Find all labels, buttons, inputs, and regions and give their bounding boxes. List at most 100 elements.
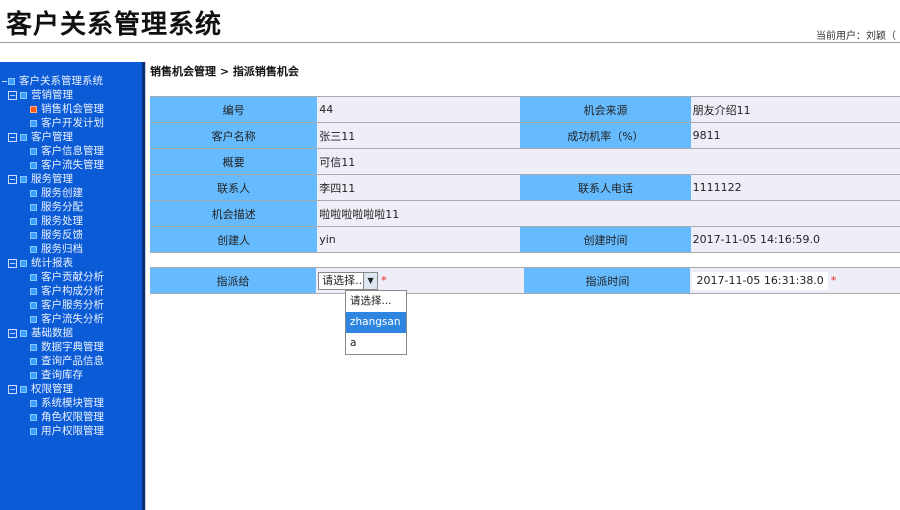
sidebar-item[interactable]: − 服务管理	[8, 172, 73, 186]
created-label: 创建时间	[520, 226, 691, 253]
node-icon	[30, 161, 37, 169]
assign-time-label: 指派时间	[524, 267, 691, 294]
dropdown-option[interactable]: a	[346, 333, 406, 354]
sidebar-item-label: 服务分配	[41, 201, 83, 213]
node-icon	[30, 231, 37, 239]
customer-label: 客户名称	[150, 122, 318, 149]
node-icon	[30, 413, 37, 421]
sidebar-item[interactable]: 客户贡献分析	[30, 270, 104, 284]
sidebar-item[interactable]: 客户开发计划	[30, 116, 104, 130]
node-icon	[20, 91, 27, 99]
sidebar-item-label: 统计报表	[31, 257, 73, 269]
sidebar-item-label: 客户信息管理	[41, 145, 104, 157]
node-icon	[30, 301, 37, 309]
node-icon	[30, 105, 37, 113]
node-icon	[30, 203, 37, 211]
collapse-icon[interactable]: −	[8, 384, 17, 394]
sidebar-item-label: 客户流失分析	[41, 313, 104, 325]
dropdown-option[interactable]: 请选择...	[346, 291, 406, 312]
assign-to-select[interactable]: 请选择... ▼	[318, 271, 379, 290]
sidebar-item-label: 系统模块管理	[41, 397, 104, 409]
sidebar-item[interactable]: − 统计报表	[8, 256, 73, 270]
current-user: 当前用户：刘颖（	[816, 31, 896, 42]
sidebar-item[interactable]: 查询产品信息	[30, 354, 104, 368]
node-icon	[30, 119, 37, 127]
sidebar-item-label: 客户流失管理	[41, 159, 104, 171]
table-row: 概要 可信11	[150, 148, 900, 175]
sidebar-item-label: 客户服务分析	[41, 299, 104, 311]
sidebar-item[interactable]: 服务反馈	[30, 228, 83, 242]
assign-to-dropdown: 请选择... zhangsan a	[345, 290, 407, 355]
collapse-icon[interactable]: −	[8, 258, 17, 268]
sidebar-item[interactable]: 客户构成分析	[30, 284, 104, 298]
desc-value: 啦啦啦啦啦啦11	[317, 200, 900, 227]
sidebar-item-label: 服务处理	[41, 215, 83, 227]
sidebar-item[interactable]: 角色权限管理	[30, 410, 104, 424]
table-row: 创建人 yin 创建时间 2017-11-05 14:16:59.0	[150, 226, 900, 253]
sidebar-item-label: 营销管理	[31, 89, 73, 101]
node-icon	[30, 371, 37, 379]
sidebar-item[interactable]: 服务分配	[30, 200, 83, 214]
sidebar-item[interactable]: 系统模块管理	[30, 396, 104, 410]
table-row: 编号 44 机会来源 朋友介绍11	[150, 96, 900, 123]
sidebar-item-label: 权限管理	[31, 383, 73, 395]
source-value: 朋友介绍11	[690, 96, 900, 123]
chevron-down-icon[interactable]: ▼	[363, 272, 378, 289]
sidebar-item-label: 客户贡献分析	[41, 271, 104, 283]
sidebar-item[interactable]: 客户关系管理系统	[2, 74, 103, 88]
breadcrumb: 销售机会管理 > 指派销售机会	[150, 65, 299, 78]
node-icon	[30, 217, 37, 225]
opportunity-detail-table: 编号 44 机会来源 朋友介绍11 客户名称 张三11 成功机率（%） 9811…	[150, 96, 900, 253]
node-icon	[30, 357, 37, 365]
sidebar-item[interactable]: − 客户管理	[8, 130, 73, 144]
sidebar-item-label: 查询库存	[41, 369, 83, 381]
sidebar-item-label: 服务反馈	[41, 229, 83, 241]
summary-value: 可信11	[317, 148, 900, 175]
node-icon	[20, 259, 27, 267]
created-value: 2017-11-05 14:16:59.0	[690, 226, 900, 253]
sidebar-item[interactable]: 服务归档	[30, 242, 83, 256]
sidebar-item[interactable]: 查询库存	[30, 368, 83, 382]
sidebar-item[interactable]: 服务创建	[30, 186, 83, 200]
collapse-icon[interactable]: −	[8, 90, 17, 100]
sidebar-item-label: 角色权限管理	[41, 411, 104, 423]
sidebar-item[interactable]: 客户信息管理	[30, 144, 104, 158]
sidebar-item[interactable]: 用户权限管理	[30, 424, 104, 438]
collapse-icon[interactable]: −	[8, 328, 17, 338]
node-icon	[30, 147, 37, 155]
node-icon	[30, 343, 37, 351]
sidebar-item[interactable]: 服务处理	[30, 214, 83, 228]
id-value: 44	[317, 96, 521, 123]
sidebar-tree: 客户关系管理系统 − 营销管理 销售机会管理 客户开发计划 − 客户管理 客户信息管理 客户流失…	[0, 62, 145, 510]
sidebar-item-label: 客户管理	[31, 131, 73, 143]
node-icon	[30, 399, 37, 407]
table-row: 客户名称 张三11 成功机率（%） 9811	[150, 122, 900, 149]
dropdown-option[interactable]: zhangsan	[346, 312, 406, 333]
sidebar-item[interactable]: 数据字典管理	[30, 340, 104, 354]
node-icon	[30, 273, 37, 281]
table-row: 联系人 李四11 联系人电话 1111122	[150, 174, 900, 201]
sidebar-item-label: 客户关系管理系统	[19, 75, 103, 87]
sidebar-item[interactable]: 客户服务分析	[30, 298, 104, 312]
phone-label: 联系人电话	[520, 174, 691, 201]
node-icon	[20, 175, 27, 183]
assign-time-input[interactable]: 2017-11-05 16:31:38.0	[692, 271, 828, 290]
sidebar-item[interactable]: − 营销管理	[8, 88, 73, 102]
required-mark: *	[381, 273, 387, 287]
sidebar-item[interactable]: − 权限管理	[8, 382, 73, 396]
creator-value: yin	[317, 226, 521, 253]
node-icon	[30, 315, 37, 323]
node-icon	[30, 427, 37, 435]
source-label: 机会来源	[520, 96, 691, 123]
sidebar-item[interactable]: 销售机会管理	[30, 102, 104, 116]
sidebar-item-label: 用户权限管理	[41, 425, 104, 437]
sidebar-item[interactable]: 客户流失分析	[30, 312, 104, 326]
collapse-icon[interactable]: −	[8, 132, 17, 142]
sidebar-item-label: 服务管理	[31, 173, 73, 185]
collapse-icon[interactable]: −	[8, 174, 17, 184]
sidebar-item[interactable]: − 基础数据	[8, 326, 73, 340]
assign-table: 指派给 请选择... ▼ * 指派时间 2017-11-05 16:31:38.0 *	[150, 267, 900, 294]
sidebar-item-label: 销售机会管理	[41, 103, 104, 115]
sidebar-item[interactable]: 客户流失管理	[30, 158, 104, 172]
sidebar-item-label: 服务创建	[41, 187, 83, 199]
